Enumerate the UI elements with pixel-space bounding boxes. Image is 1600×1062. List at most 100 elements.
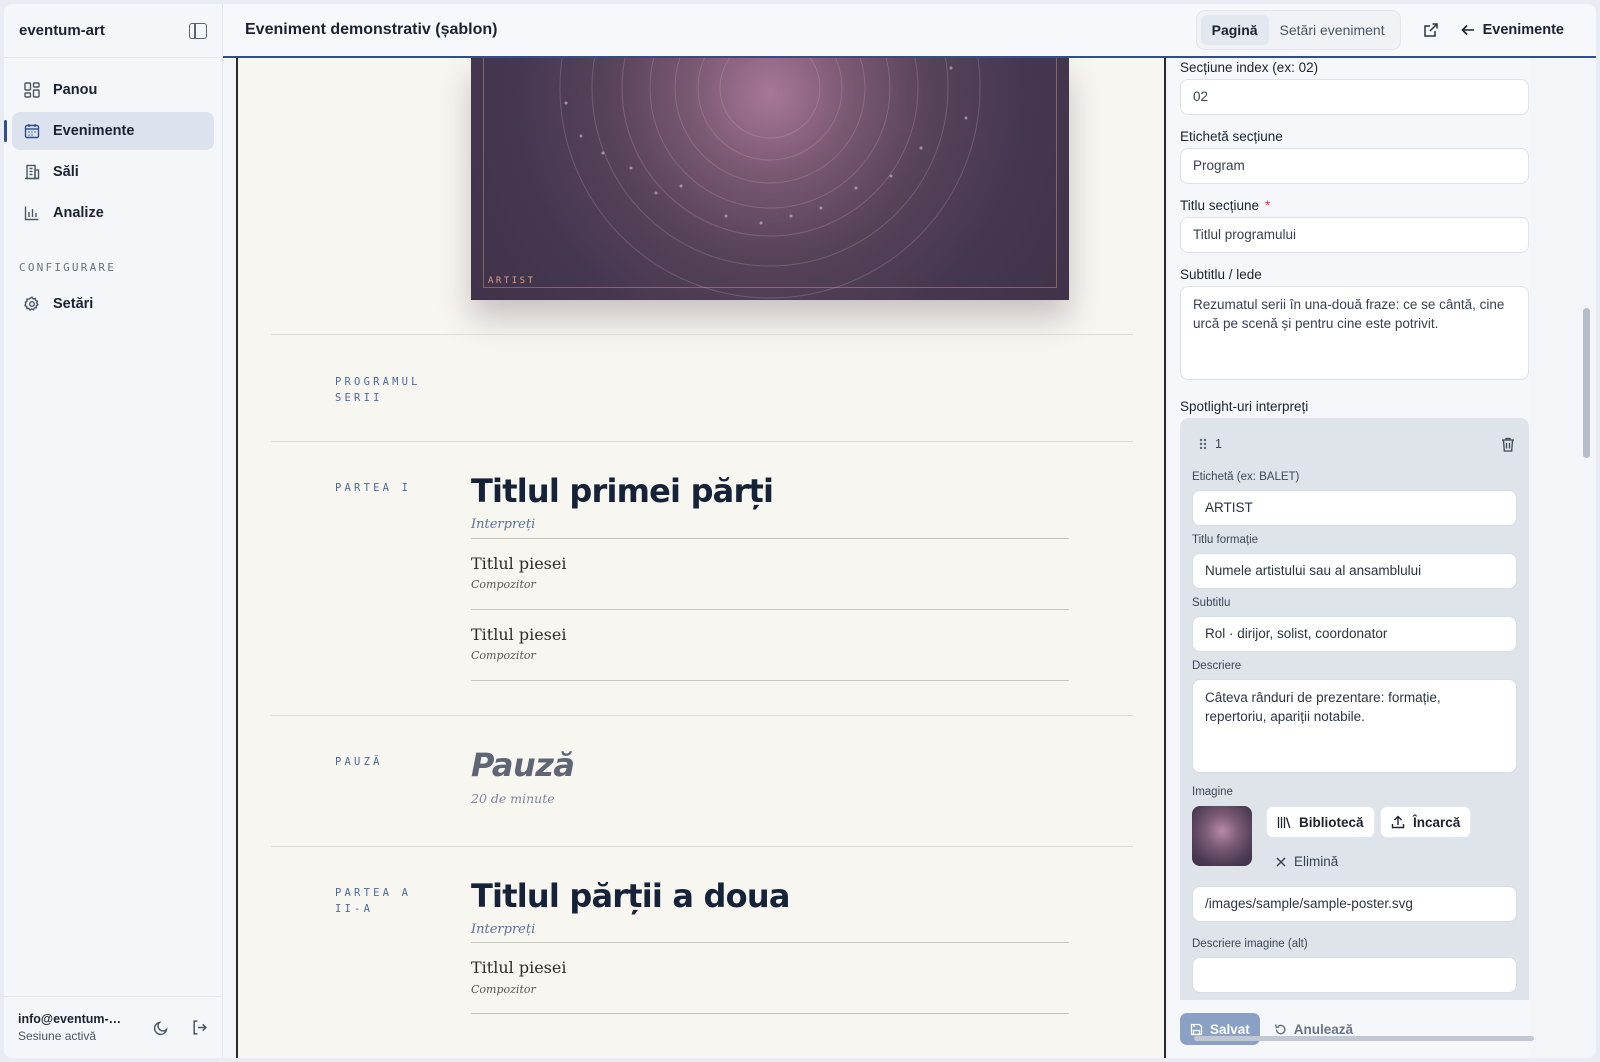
rule [471, 538, 1069, 539]
tab-setari-eveniment[interactable]: Setări eveniment [1269, 15, 1396, 45]
poster-label: ARTIST [488, 276, 536, 286]
spotlight-title-label: Titlu formație [1192, 534, 1259, 546]
sidebar-item-label: Analize [53, 205, 104, 221]
piece-title: Titlul piesei [471, 625, 567, 644]
drag-handle-icon[interactable] [1199, 438, 1207, 450]
part-1-label: PARTEA I [335, 482, 412, 494]
sidebar-item-analize[interactable]: Analize [12, 194, 214, 232]
pause-label: PAUZĂ [335, 756, 383, 768]
remove-label: Elimină [1294, 854, 1339, 869]
page-scrollbar-track [1530, 58, 1596, 1058]
session-status: Sesiune activă [18, 1029, 97, 1043]
part-2-label: PARTEA A II-A [335, 885, 411, 917]
sidebar-item-label: Săli [53, 164, 79, 180]
subtitle-label: Subtitlu / lede [1180, 267, 1262, 282]
form-footer: Salvat Anulează [1168, 1000, 1538, 1058]
divider [271, 441, 1133, 442]
dashboard-icon [24, 82, 40, 98]
program-label-line-1: PROGRAMUL [335, 376, 421, 388]
sidebar-item-sali[interactable]: Săli [12, 153, 214, 191]
part-2-title: Titlul părții a doua [471, 877, 790, 915]
horizontal-scrollbar[interactable] [1194, 1036, 1534, 1041]
page-scrollbar-thumb[interactable] [1583, 308, 1590, 458]
spotlight-tag-input[interactable]: ARTIST [1192, 490, 1517, 526]
spotlight-index: 1 [1215, 437, 1222, 451]
piece-composer: Compozitor [471, 983, 536, 996]
pause-duration: 20 de minute [471, 791, 555, 806]
sidebar-item-panou[interactable]: Panou [12, 71, 214, 109]
spotlight-description-textarea[interactable]: Câteva rânduri de prezentare: formație, … [1192, 679, 1517, 773]
cancel-label: Anulează [1293, 1021, 1354, 1037]
section-title-label-text: Titlu secțiune [1180, 198, 1260, 213]
pause-title: Pauză [471, 746, 575, 784]
view-tabs: Pagină Setări eveniment [1195, 10, 1401, 50]
spotlight-card: 1 Etichetă (ex: BALET) ARTIST Titlu form… [1180, 418, 1529, 1038]
section-tag-label: Etichetă secțiune [1180, 129, 1283, 144]
image-path-input[interactable]: /images/sample/sample-poster.svg [1192, 886, 1517, 922]
building-icon [24, 164, 40, 180]
gear-icon [24, 296, 40, 312]
upload-label: Încarcă [1413, 814, 1461, 830]
trash-icon[interactable] [1501, 437, 1515, 452]
upload-icon [1391, 815, 1405, 829]
sidebar: eventum-art Panou Evenimente Săli Analiz… [4, 4, 223, 1058]
user-info: info@eventum-art.ro Sesiune activă [18, 1012, 128, 1043]
sidebar-item-label: Evenimente [53, 123, 135, 139]
sidebar-footer: info@eventum-art.ro Sesiune activă [4, 996, 222, 1058]
back-label: Evenimente [1482, 22, 1564, 38]
part-1-performers: Interpreți [471, 517, 536, 532]
piece-title: Titlul piesei [471, 554, 567, 573]
piece-composer: Compozitor [471, 649, 536, 662]
section-title-label: Titlu secțiune * [1180, 198, 1270, 213]
top-bar: Eveniment demonstrativ (șablon) Pagină S… [223, 4, 1596, 58]
spotlight-subtitle-input[interactable]: Rol · dirijor, solist, coordonator [1192, 616, 1517, 652]
part-2-performers: Interpreți [471, 922, 536, 937]
program-label: PROGRAMUL SERII [335, 374, 421, 406]
sidebar-config-nav: Setări [4, 280, 222, 336]
library-button[interactable]: Bibliotecă [1266, 806, 1375, 838]
upload-button[interactable]: Încarcă [1380, 806, 1472, 838]
poster-frame [483, 58, 1057, 288]
cancel-button[interactable]: Anulează [1274, 1022, 1353, 1037]
remove-image-button[interactable]: Elimină [1276, 854, 1338, 869]
save-icon [1190, 1023, 1203, 1036]
section-index-input[interactable]: 02 [1180, 79, 1529, 115]
external-link-icon[interactable] [1411, 22, 1451, 38]
sidebar-item-label: Panou [53, 82, 98, 98]
user-email: info@eventum-art.ro [18, 1012, 128, 1026]
subtitle-textarea[interactable]: Rezumatul serii în una-două fraze: ce se… [1180, 286, 1529, 380]
sidebar-item-setari[interactable]: Setări [12, 285, 214, 323]
section-tag-input[interactable]: Program [1180, 148, 1529, 184]
page-preview: ARTIST PROGRAMUL SERII PARTEA I Titlul p… [236, 58, 1166, 1058]
piece-title: Titlul piesei [471, 958, 567, 977]
rule [471, 680, 1069, 681]
collapse-sidebar-icon[interactable] [189, 22, 207, 39]
arrow-left-icon [1460, 23, 1475, 37]
undo-icon [1274, 1023, 1287, 1036]
logout-icon[interactable] [191, 1019, 208, 1037]
editor-panel: Secțiune index (ex: 02) 02 Etichetă secț… [1168, 58, 1538, 1058]
moon-icon[interactable] [152, 1019, 169, 1037]
program-label-line-2: SERII [335, 392, 383, 404]
bar-chart-icon [24, 205, 40, 221]
spotlight-title-input[interactable]: Numele artistului sau al ansamblului [1192, 553, 1517, 589]
back-to-events-button[interactable]: Evenimente [1451, 22, 1596, 38]
app-window: eventum-art Panou Evenimente Săli Analiz… [4, 4, 1596, 1058]
section-title-input[interactable]: Titlul programului [1180, 217, 1529, 253]
spotlight-image-label: Imagine [1192, 786, 1233, 798]
image-alt-input[interactable] [1192, 957, 1517, 993]
sidebar-section-label: CONFIGURARE [19, 261, 117, 274]
part-2-label-line-2: II-A [335, 903, 374, 915]
tab-pagina[interactable]: Pagină [1200, 15, 1269, 45]
sidebar-item-evenimente[interactable]: Evenimente [4, 112, 214, 150]
brand-name: eventum-art [19, 22, 105, 39]
save-label: Salvat [1210, 1021, 1250, 1037]
sidebar-header: eventum-art [4, 4, 222, 58]
spotlight-tag-label: Etichetă (ex: BALET) [1192, 471, 1300, 483]
divider [271, 715, 1133, 716]
spotlight-image-thumbnail [1192, 806, 1252, 866]
image-alt-label: Descriere imagine (alt) [1192, 938, 1308, 950]
close-icon [1276, 857, 1286, 867]
part-2-label-line-1: PARTEA A [335, 887, 412, 899]
divider [271, 334, 1133, 335]
